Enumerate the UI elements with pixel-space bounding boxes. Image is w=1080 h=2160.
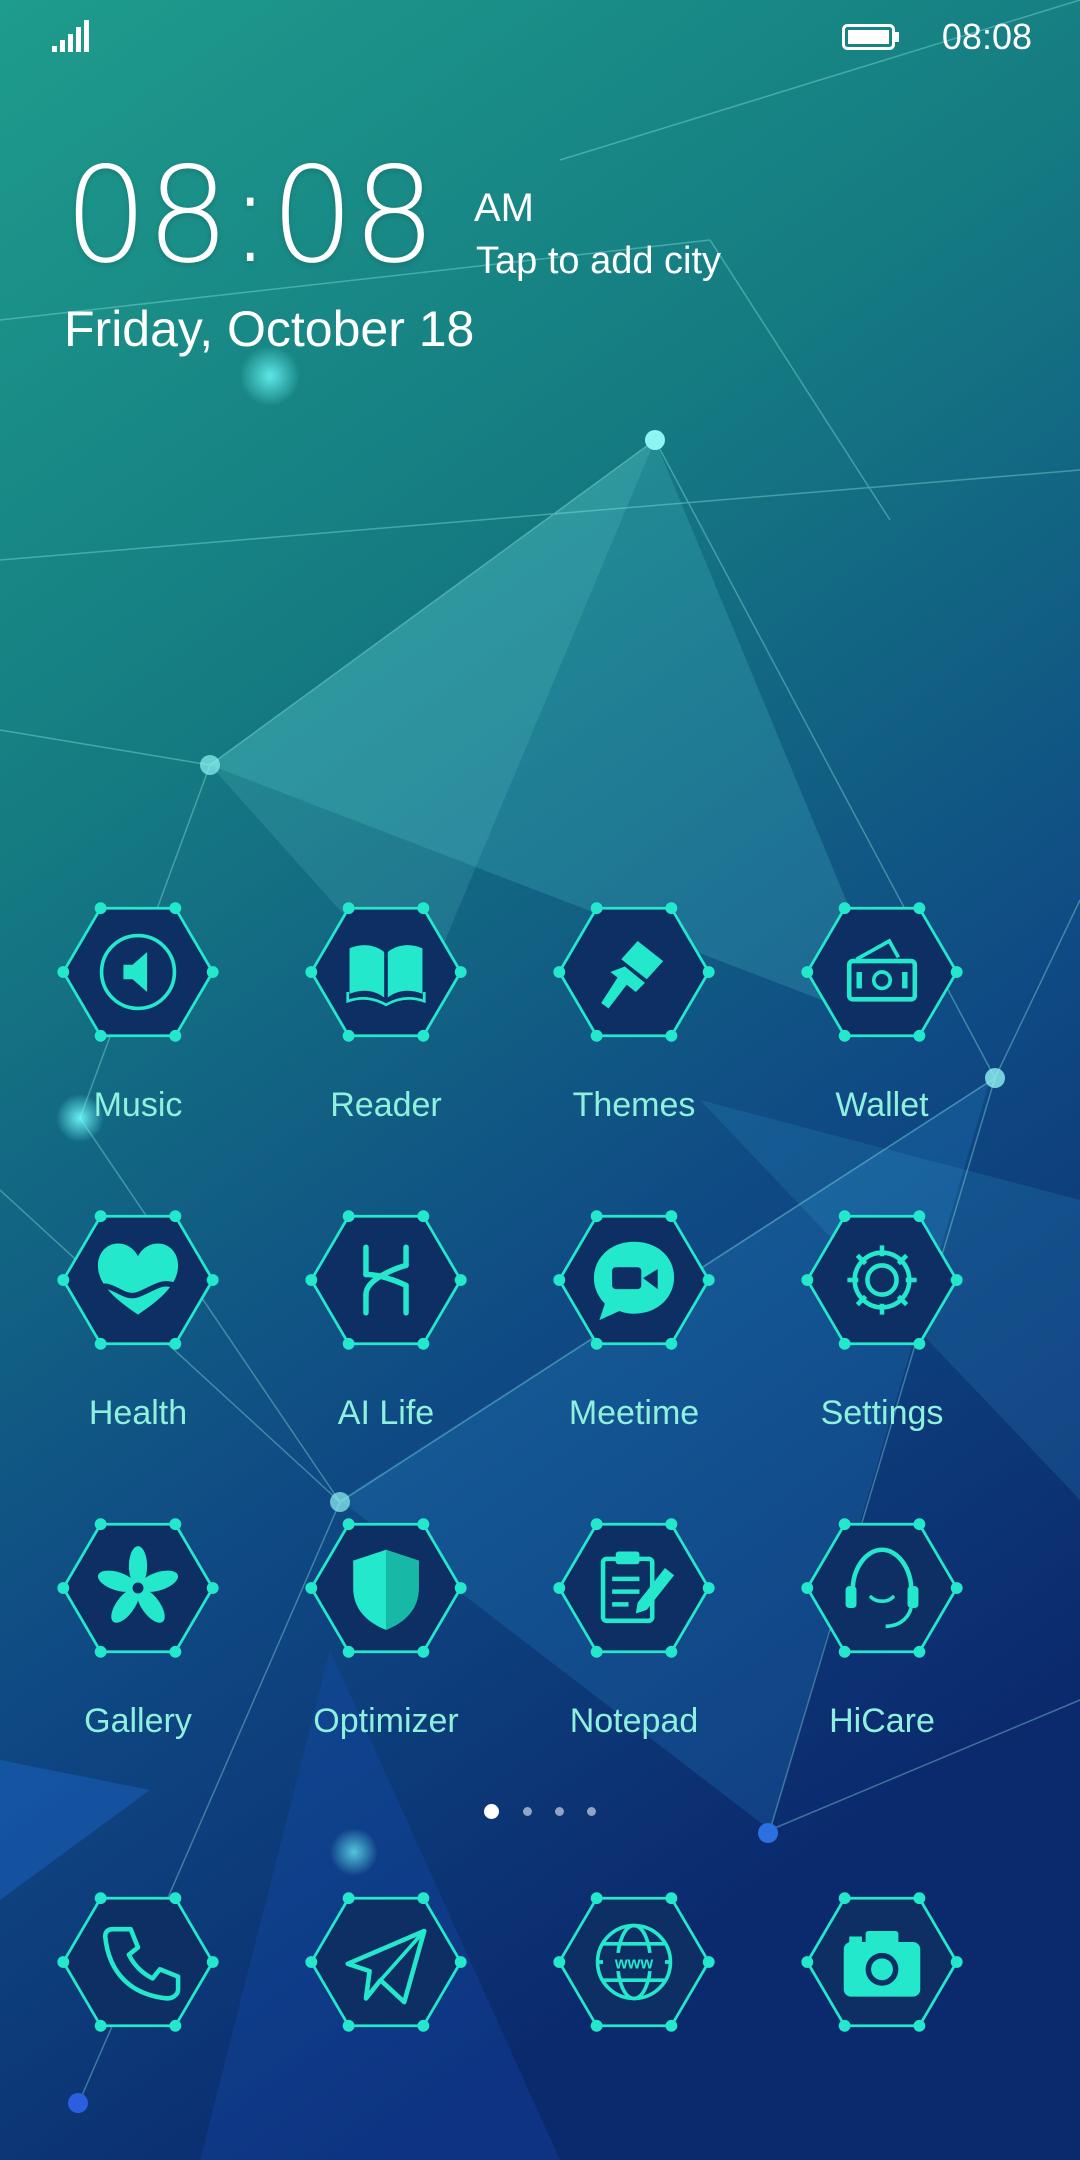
signal-icon [52, 20, 89, 52]
notepad-icon [553, 1518, 715, 1658]
page-dot-4[interactable] [587, 1807, 596, 1816]
wallet-icon [801, 902, 963, 1042]
paper-plane-icon [305, 1892, 467, 2032]
clock-widget[interactable]: 08:08 AM Tap to add city Friday, October… [64, 139, 721, 357]
app-label: Themes [572, 1086, 696, 1124]
phone-icon [57, 1892, 219, 2032]
headset-icon [801, 1518, 963, 1658]
dock: www [0, 1880, 1080, 2050]
app-label: Reader [330, 1086, 442, 1124]
page-indicator [0, 1803, 1080, 1823]
app-label: Gallery [84, 1702, 192, 1740]
music-icon [57, 902, 219, 1042]
status-bar: 08:08 [0, 0, 1080, 72]
clock-ampm: AM [474, 186, 534, 230]
app-label: Health [88, 1394, 188, 1432]
app-label: Optimizer [313, 1702, 459, 1740]
shield-icon [305, 1518, 467, 1658]
app-label: Music [93, 1086, 183, 1124]
app-label: HiCare [829, 1702, 935, 1740]
flower-icon [57, 1518, 219, 1658]
add-city-link[interactable]: Tap to add city [476, 240, 721, 283]
ai-life-icon [305, 1210, 467, 1350]
gear-icon [801, 1210, 963, 1350]
status-time: 08:08 [941, 16, 1032, 57]
svg-text:www: www [614, 1954, 653, 1972]
page-dot-2[interactable] [523, 1807, 532, 1816]
paintbrush-icon [553, 902, 715, 1042]
book-icon [305, 902, 467, 1042]
app-label: Meetime [568, 1394, 700, 1432]
app-label: Notepad [569, 1702, 699, 1740]
app-label: Wallet [835, 1086, 929, 1124]
heart-icon [57, 1210, 219, 1350]
battery-icon [842, 24, 899, 50]
page-dot-1[interactable] [484, 1804, 499, 1819]
camera-icon [801, 1892, 963, 2032]
globe-www-icon: www [553, 1892, 715, 2032]
app-label: AI Life [337, 1394, 435, 1432]
page-dot-3[interactable] [555, 1807, 564, 1816]
app-label: Settings [820, 1394, 944, 1432]
clock-time: 08:08 [64, 139, 436, 293]
video-chat-icon [553, 1210, 715, 1350]
clock-date: Friday, October 18 [64, 301, 475, 357]
